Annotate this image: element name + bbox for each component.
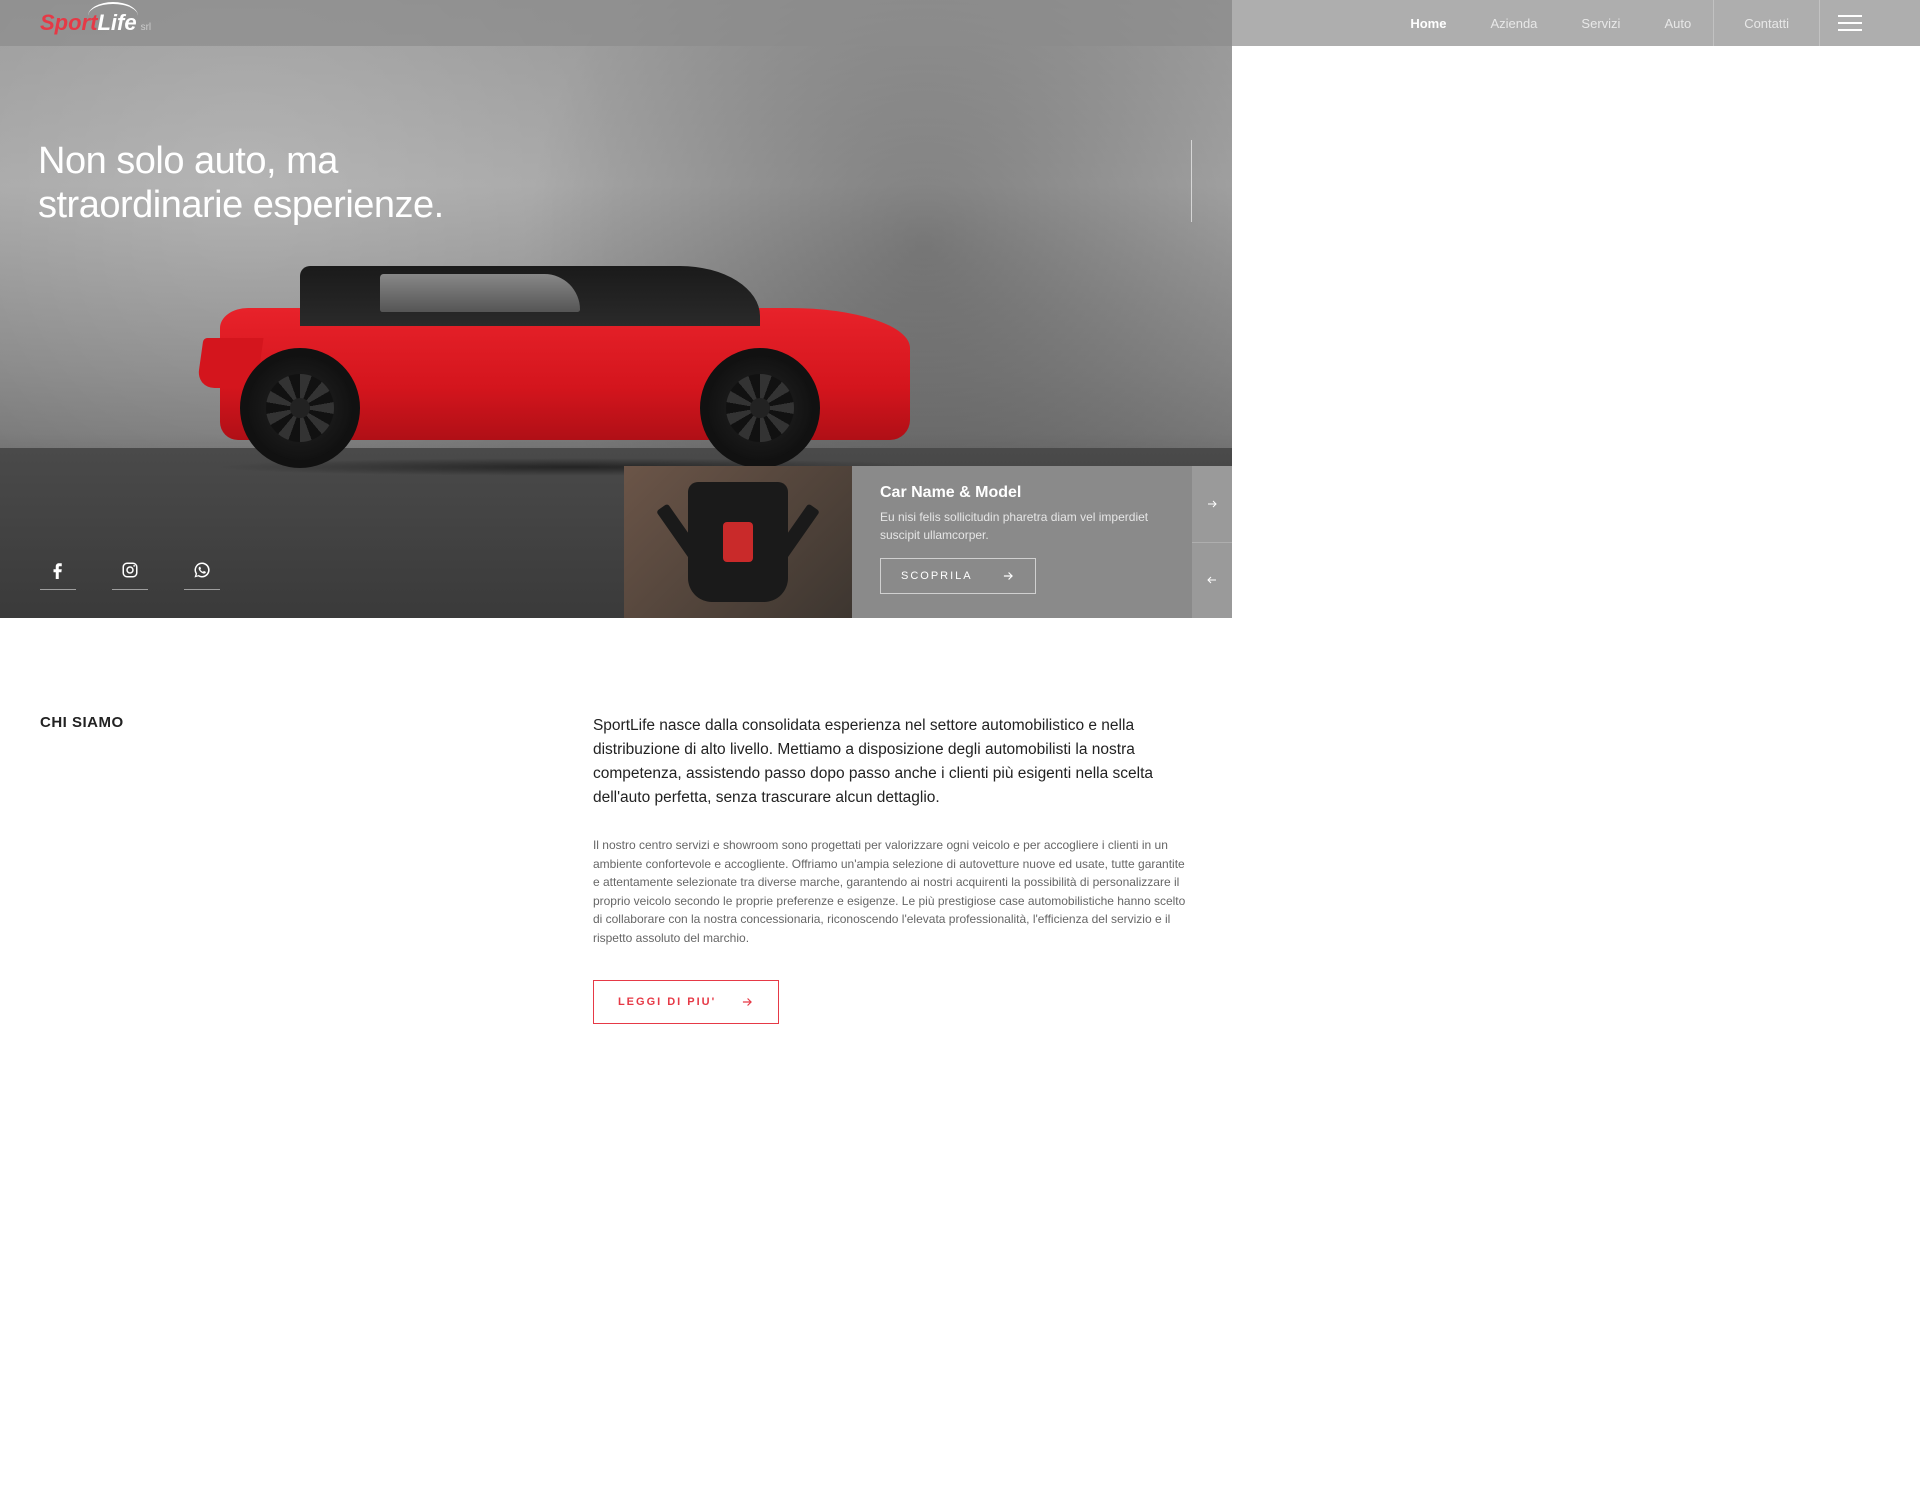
arrow-right-icon bbox=[1001, 569, 1015, 583]
hero-side-indicator bbox=[1191, 140, 1192, 222]
about-cta-label: LEGGI DI PIU' bbox=[618, 996, 716, 1008]
featured-title: Car Name & Model bbox=[880, 484, 1164, 502]
whatsapp-icon[interactable] bbox=[184, 561, 220, 590]
hamburger-menu-icon[interactable] bbox=[1820, 0, 1880, 46]
logo-part1: Sport bbox=[40, 10, 97, 35]
nav-contatti[interactable]: Contatti bbox=[1713, 0, 1820, 46]
about-paragraph: Il nostro centro servizi e showroom sono… bbox=[593, 836, 1192, 948]
hero-section: Non solo auto, ma straordinarie esperien… bbox=[0, 0, 1232, 618]
carousel-next-button[interactable] bbox=[1192, 466, 1232, 542]
featured-card: Car Name & Model Eu nisi felis sollicitu… bbox=[624, 466, 1192, 618]
about-lead: SportLife nasce dalla consolidata esperi… bbox=[593, 714, 1192, 810]
hero-car-illustration bbox=[180, 258, 940, 468]
site-header: SportLife srl Home Azienda Servizi Auto … bbox=[0, 0, 1920, 46]
nav-auto[interactable]: Auto bbox=[1642, 0, 1713, 46]
featured-description: Eu nisi felis sollicitudin pharetra diam… bbox=[880, 508, 1164, 544]
brand-logo[interactable]: SportLife srl bbox=[40, 10, 151, 36]
hero-title: Non solo auto, ma straordinarie esperien… bbox=[38, 140, 444, 227]
featured-thumbnail bbox=[624, 466, 852, 618]
nav-azienda[interactable]: Azienda bbox=[1468, 0, 1559, 46]
about-heading: CHI SIAMO bbox=[40, 714, 593, 731]
hero-title-line2: straordinarie esperienze. bbox=[38, 184, 444, 226]
carousel-controls bbox=[1192, 466, 1232, 618]
nav-home[interactable]: Home bbox=[1388, 0, 1468, 46]
arrow-right-icon bbox=[1204, 498, 1220, 510]
main-nav: Home Azienda Servizi Auto Contatti bbox=[1388, 0, 1880, 46]
featured-cta-label: SCOPRILA bbox=[901, 570, 973, 582]
logo-suffix: srl bbox=[141, 22, 152, 33]
arrow-right-icon bbox=[740, 995, 754, 1009]
instagram-icon[interactable] bbox=[112, 561, 148, 590]
nav-servizi[interactable]: Servizi bbox=[1559, 0, 1642, 46]
logo-part2: Life bbox=[97, 10, 136, 35]
featured-cta-button[interactable]: SCOPRILA bbox=[880, 558, 1036, 594]
arrow-left-icon bbox=[1204, 574, 1220, 586]
social-links bbox=[40, 561, 220, 590]
about-section: CHI SIAMO SportLife nasce dalla consolid… bbox=[0, 618, 1232, 1084]
about-cta-button[interactable]: LEGGI DI PIU' bbox=[593, 980, 779, 1024]
facebook-icon[interactable] bbox=[40, 561, 76, 590]
carousel-prev-button[interactable] bbox=[1192, 542, 1232, 619]
hero-title-line1: Non solo auto, ma bbox=[38, 140, 338, 182]
